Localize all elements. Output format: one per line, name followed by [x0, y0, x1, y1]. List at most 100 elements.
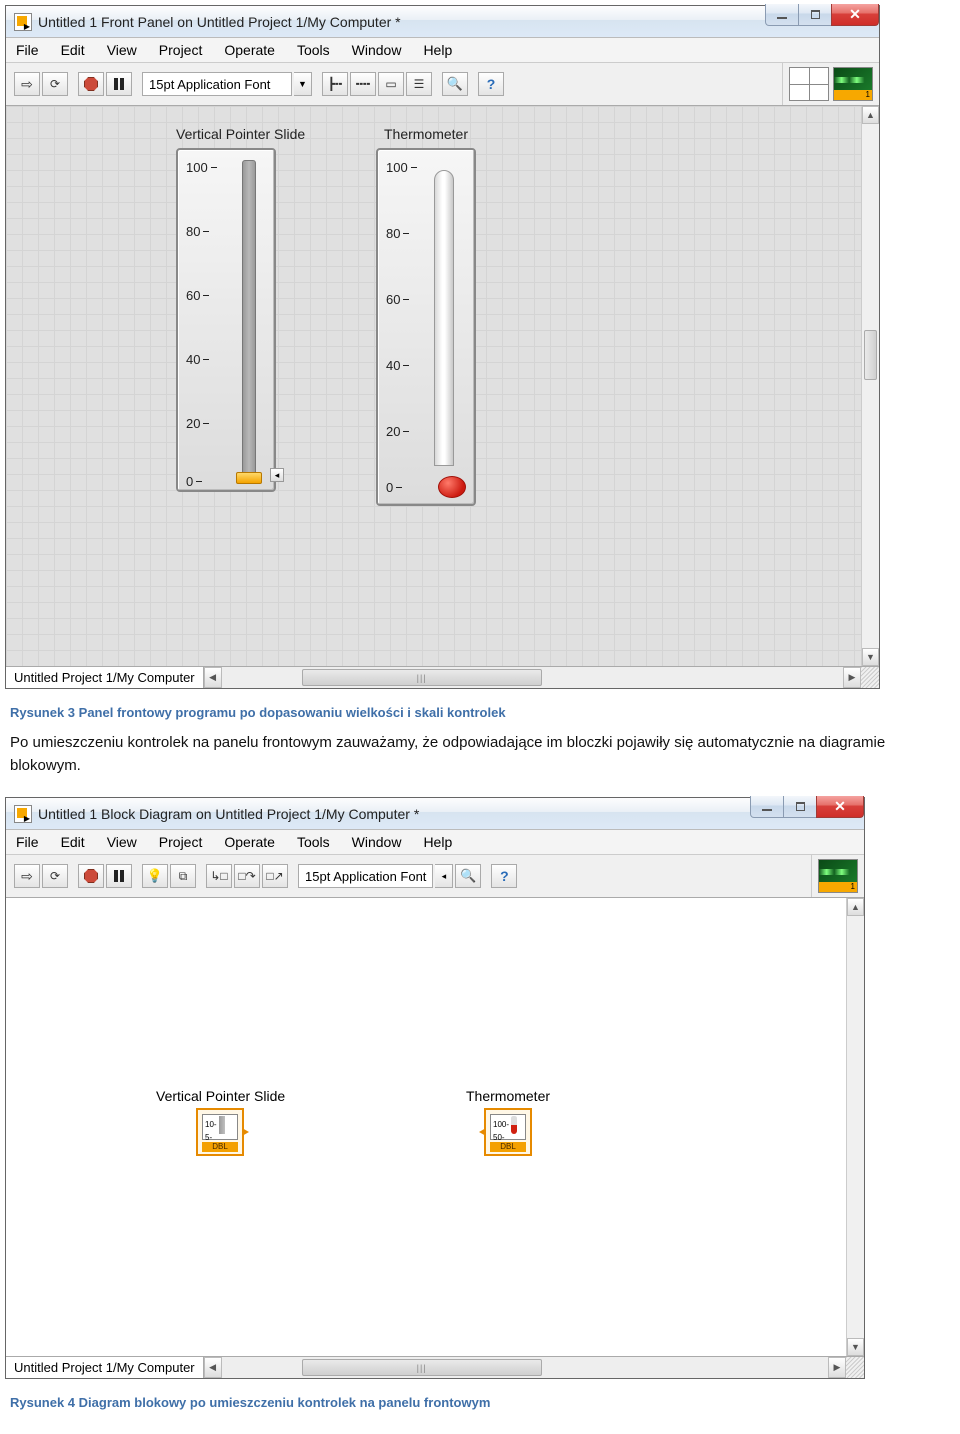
retain-wire-values-button[interactable]: ⧉ [170, 864, 196, 888]
window-title: Untitled 1 Front Panel on Untitled Proje… [38, 14, 401, 30]
slide-node-label: Vertical Pointer Slide [156, 1088, 285, 1104]
font-selector[interactable]: 15pt Application Font [142, 72, 292, 96]
thermo-tube [434, 170, 454, 466]
paragraph-text: Po umieszczeniu kontrolek na panelu fron… [10, 732, 950, 777]
abort-button[interactable] [78, 864, 104, 888]
vertical-scrollbar[interactable]: ▲ ▼ [861, 106, 879, 666]
hscroll-thumb[interactable]: ||| [302, 669, 542, 686]
pause-button[interactable] [106, 72, 132, 96]
maximize-button[interactable] [783, 796, 817, 818]
thermo-tick: 20 [386, 424, 409, 439]
menu-window[interactable]: Window [352, 42, 402, 58]
menu-help[interactable]: Help [423, 42, 452, 58]
menu-project[interactable]: Project [159, 42, 203, 58]
scroll-up-button[interactable]: ▲ [847, 898, 864, 916]
search-button[interactable]: 🔍 [442, 72, 468, 96]
search-button[interactable]: 🔍 [455, 864, 481, 888]
minimize-button[interactable] [765, 4, 799, 26]
hscroll-left-button[interactable]: ◀ [204, 667, 222, 688]
thermo-label: Thermometer [376, 126, 476, 142]
menu-view[interactable]: View [107, 42, 137, 58]
slide-increment-button[interactable]: ◂ [270, 468, 284, 482]
front-panel-canvas[interactable]: Vertical Pointer Slide 100 80 60 40 20 0… [6, 106, 879, 666]
help-button[interactable]: ? [491, 864, 517, 888]
vertical-pointer-slide-control[interactable]: Vertical Pointer Slide 100 80 60 40 20 0… [176, 126, 305, 492]
slide-tick: 40 [186, 352, 209, 367]
font-dropdown[interactable]: ▼ [294, 72, 312, 96]
highlight-execution-button[interactable]: 💡 [142, 864, 168, 888]
close-button[interactable]: ✕ [831, 4, 879, 26]
distribute-button[interactable]: ╍╍ [350, 72, 376, 96]
maximize-button[interactable] [798, 4, 832, 26]
thermo-tick: 0 [386, 480, 402, 495]
step-out-button[interactable]: □↗ [262, 864, 288, 888]
step-over-button[interactable]: □↷ [234, 864, 260, 888]
connector-pane[interactable] [789, 67, 829, 101]
resize-grip[interactable] [846, 1357, 864, 1378]
scroll-up-button[interactable]: ▲ [862, 106, 879, 124]
menu-operate[interactable]: Operate [224, 42, 275, 58]
vertical-scrollbar[interactable]: ▲ ▼ [846, 898, 864, 1356]
statusbar: Untitled Project 1/My Computer ◀ ||| ▶ [6, 666, 879, 688]
vi-icon[interactable]: 1 [833, 67, 873, 101]
reorder-button[interactable]: ☰ [406, 72, 432, 96]
resize-grip[interactable] [861, 667, 879, 688]
minimize-button[interactable] [750, 796, 784, 818]
hscroll-right-button[interactable]: ▶ [843, 667, 861, 688]
hscroll-thumb[interactable]: ||| [302, 1359, 542, 1376]
menubar: File Edit View Project Operate Tools Win… [6, 830, 864, 855]
slide-track[interactable] [242, 160, 256, 480]
run-continuously-button[interactable]: ⟳ [42, 72, 68, 96]
toolbar: ⇨ ⟳ 💡 ⧉ ↳□ □↷ □↗ 15pt Application Font ◂… [6, 855, 811, 897]
hscroll-right-button[interactable]: ▶ [828, 1357, 846, 1378]
horizontal-scrollbar[interactable]: ||| [222, 1357, 828, 1378]
statusbar: Untitled Project 1/My Computer ◀ ||| ▶ [6, 1356, 864, 1378]
align-button[interactable]: ┣╍ [322, 72, 348, 96]
slide-control-terminal[interactable]: 10- 5- DBL [196, 1108, 244, 1156]
menu-file[interactable]: File [16, 834, 39, 850]
menu-tools[interactable]: Tools [297, 42, 330, 58]
vi-corner: 1 [782, 63, 879, 105]
close-button[interactable]: ✕ [816, 796, 864, 818]
font-dropdown[interactable]: ◂ [435, 864, 453, 888]
slide-tick: 100 [186, 160, 217, 175]
scroll-down-button[interactable]: ▼ [862, 648, 879, 666]
abort-button[interactable] [78, 72, 104, 96]
menu-tools[interactable]: Tools [297, 834, 330, 850]
status-path: Untitled Project 1/My Computer [6, 667, 204, 688]
pause-button[interactable] [106, 864, 132, 888]
scroll-thumb[interactable] [864, 330, 877, 380]
hscroll-left-button[interactable]: ◀ [204, 1357, 222, 1378]
vi-icon[interactable]: 1 [818, 859, 858, 893]
help-button[interactable]: ? [478, 72, 504, 96]
slide-thumb[interactable] [236, 472, 262, 484]
run-continuously-button[interactable]: ⟳ [42, 864, 68, 888]
thermo-indicator-terminal[interactable]: 100- 50- DBL [484, 1108, 532, 1156]
menu-window[interactable]: Window [352, 834, 402, 850]
menu-operate[interactable]: Operate [224, 834, 275, 850]
figure4-caption: Rysunek 4 Diagram blokowy po umieszczeni… [10, 1395, 950, 1410]
menu-help[interactable]: Help [423, 834, 452, 850]
slide-tick: 20 [186, 416, 209, 431]
scroll-down-button[interactable]: ▼ [847, 1338, 864, 1356]
titlebar[interactable]: Untitled 1 Front Panel on Untitled Proje… [6, 6, 879, 38]
slide-tick: 80 [186, 224, 209, 239]
titlebar[interactable]: Untitled 1 Block Diagram on Untitled Pro… [6, 798, 864, 830]
step-into-button[interactable]: ↳□ [206, 864, 232, 888]
resize-button[interactable]: ▭ [378, 72, 404, 96]
output-terminal-icon[interactable] [242, 1128, 250, 1136]
menu-view[interactable]: View [107, 834, 137, 850]
font-selector[interactable]: 15pt Application Font [298, 864, 433, 888]
run-button[interactable]: ⇨ [14, 864, 40, 888]
thermometer-indicator[interactable]: Thermometer 100 80 60 40 20 0 [376, 126, 476, 506]
labview-app-icon [14, 805, 32, 823]
run-button[interactable]: ⇨ [14, 72, 40, 96]
block-diagram-canvas[interactable]: Vertical Pointer Slide 10- 5- DBL Thermo… [6, 898, 864, 1356]
menu-file[interactable]: File [16, 42, 39, 58]
menu-project[interactable]: Project [159, 834, 203, 850]
horizontal-scrollbar[interactable]: ||| [222, 667, 843, 688]
figure3-caption: Rysunek 3 Panel frontowy programu po dop… [10, 705, 950, 720]
input-terminal-icon[interactable] [478, 1128, 486, 1136]
menu-edit[interactable]: Edit [61, 42, 85, 58]
menu-edit[interactable]: Edit [61, 834, 85, 850]
